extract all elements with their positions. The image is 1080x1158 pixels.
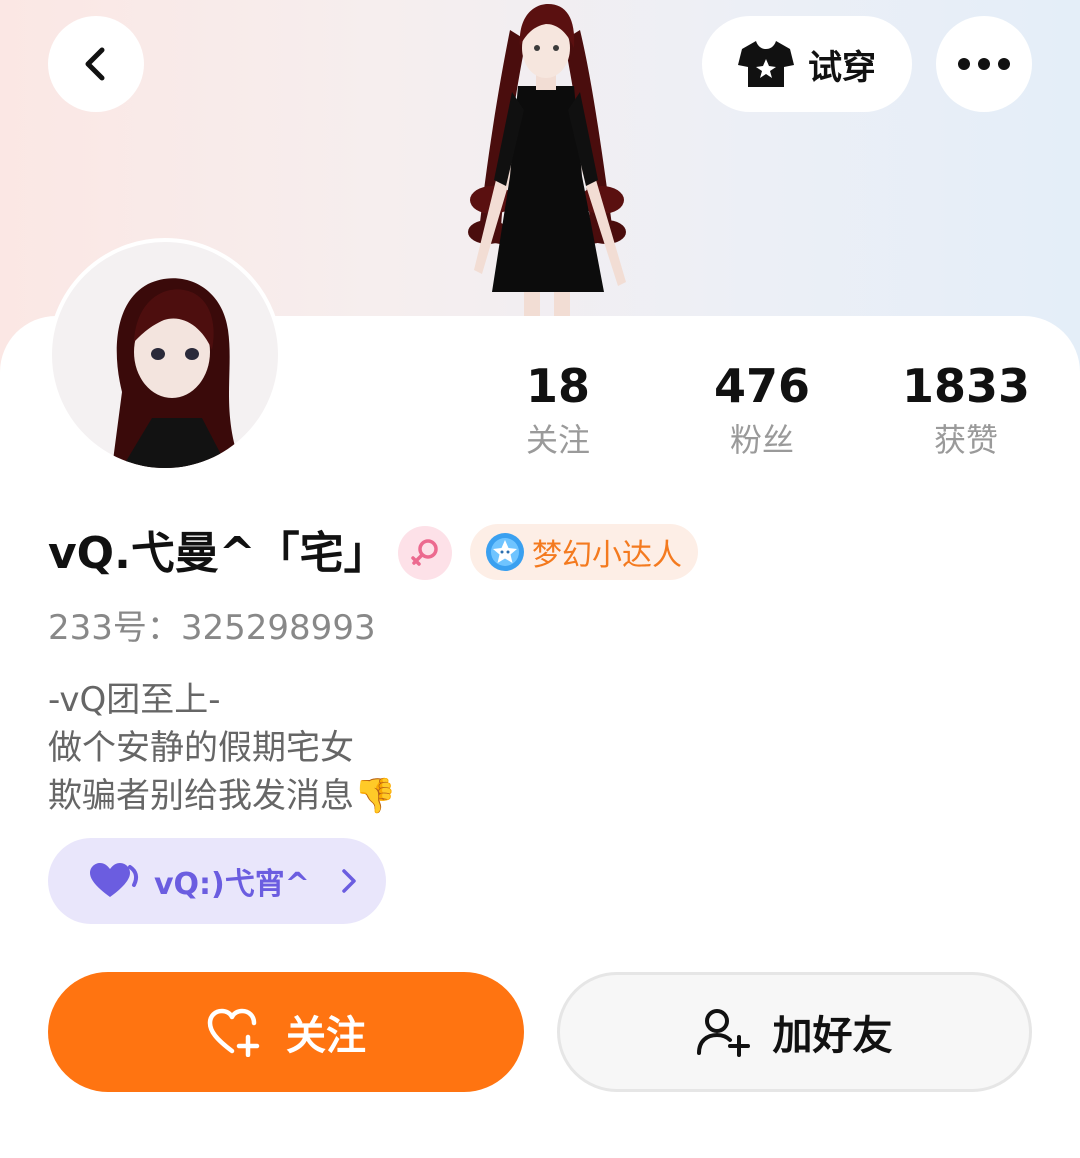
chevron-left-icon — [85, 47, 105, 81]
chevron-right-icon — [342, 869, 356, 893]
follow-button[interactable]: 关注 — [48, 972, 524, 1092]
try-on-label: 试穿 — [808, 48, 876, 87]
bio-line: 做个安静的假期宅女 — [48, 728, 354, 768]
follow-label: 关注 — [286, 1014, 366, 1058]
nickname: vQ.弋曼^「宅」 — [48, 528, 388, 579]
tshirt-icon — [738, 41, 794, 87]
person-plus-icon — [696, 1009, 750, 1057]
heart-icon — [90, 863, 139, 897]
group-label: vQ:)弋宵^ — [154, 867, 310, 902]
add-friend-button[interactable]: 加好友 — [557, 972, 1032, 1092]
group-link-button[interactable]: vQ:)弋宵^ — [48, 838, 386, 924]
bio-line: -vQ团至上- — [48, 680, 221, 720]
heart-plus-icon — [207, 1008, 260, 1057]
stat-label: 关注 — [525, 421, 590, 459]
user-id[interactable]: 233号：325298993 — [48, 606, 376, 650]
stat-fans[interactable]: 476 粉丝 — [662, 358, 862, 462]
star-face-icon — [486, 533, 524, 571]
stat-following[interactable]: 18 关注 — [458, 358, 658, 462]
back-button[interactable] — [48, 16, 144, 112]
bio-line: 欺骗者别给我发消息👎 — [48, 776, 397, 816]
bio: -vQ团至上- 做个安静的假期宅女 欺骗者别给我发消息👎 — [48, 676, 396, 820]
female-icon — [411, 539, 438, 566]
stat-label: 获赞 — [933, 421, 998, 459]
add-friend-label: 加好友 — [772, 1014, 893, 1058]
try-on-button[interactable]: 试穿 — [702, 16, 912, 112]
avatar[interactable] — [48, 238, 282, 472]
character-avatar-3d — [468, 4, 626, 316]
more-button[interactable] — [936, 16, 1032, 112]
stat-likes[interactable]: 1833 获赞 — [866, 358, 1066, 462]
stat-label: 粉丝 — [729, 421, 794, 459]
avatar-image — [112, 278, 242, 468]
stat-value: 476 — [713, 359, 811, 413]
stat-value: 18 — [525, 359, 590, 413]
level-badge[interactable]: 梦幻小达人 — [470, 524, 698, 580]
stat-value: 1833 — [901, 359, 1031, 413]
more-dots-icon — [958, 58, 1010, 70]
gender-badge — [398, 526, 452, 580]
badge-label: 梦幻小达人 — [532, 538, 682, 573]
